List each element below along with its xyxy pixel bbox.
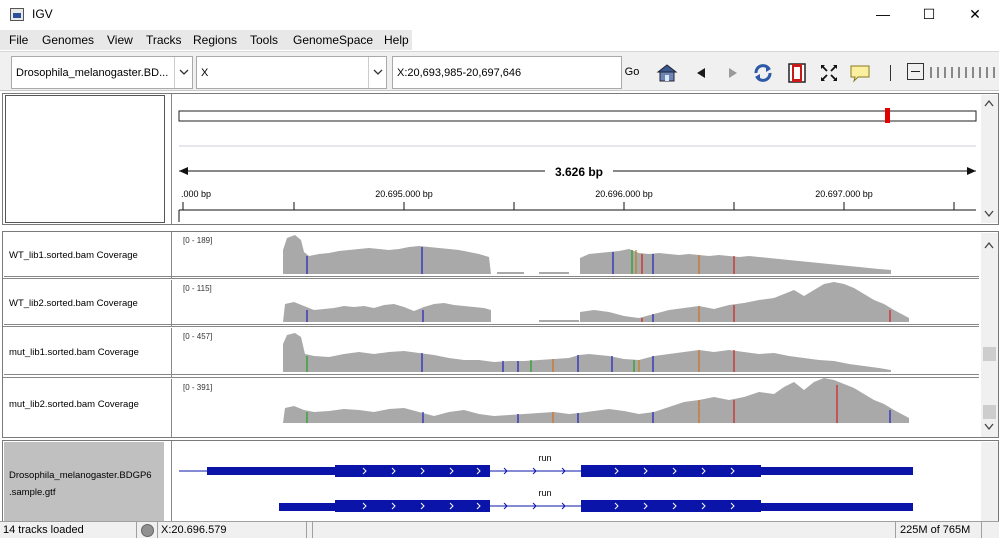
chromosome-value: X: [201, 67, 209, 79]
memory-status: 225M of 765M: [897, 522, 982, 538]
panel-divider: [171, 94, 172, 224]
menu-view[interactable]: View: [107, 33, 133, 47]
coverage-profile-wt-lib2: [283, 282, 909, 322]
menu-tracks[interactable]: Tracks: [146, 33, 182, 47]
popup-info-icon[interactable]: [849, 62, 871, 84]
transcript-1[interactable]: [179, 465, 913, 477]
feature-panel-scrollbar[interactable]: [981, 442, 998, 522]
header-scrollbar[interactable]: [981, 95, 998, 223]
menu-genomes[interactable]: Genomes: [42, 33, 94, 47]
scroll-up-icon[interactable]: [984, 241, 994, 249]
region-of-interest-icon[interactable]: [786, 62, 808, 84]
title-bar: IGV — ☐ ✕: [0, 0, 999, 30]
forward-icon[interactable]: [722, 62, 744, 84]
chevron-down-icon[interactable]: [368, 57, 386, 88]
menu-bar: File Genomes View Tracks Regions Tools G…: [0, 30, 412, 50]
track-name-label[interactable]: mut_lib2.sorted.bam Coverage: [9, 399, 139, 410]
span-right-arrow-icon: [967, 167, 976, 175]
back-icon[interactable]: [690, 62, 712, 84]
memory-indicator-icon: [141, 524, 154, 537]
ruler-view[interactable]: 3.626 bp .000 bp 20.695.000 bp 20.696.00…: [177, 94, 979, 224]
status-bar: 14 tracks loaded X:20.696.579 225M of 76…: [0, 521, 999, 538]
cursor-position-status: X:20.696.579: [157, 522, 307, 538]
track-name-label[interactable]: mut_lib1.sorted.bam Coverage: [9, 347, 139, 358]
header-panel: 3.626 bp .000 bp 20.695.000 bp 20.696.00…: [2, 93, 999, 225]
zoom-out-icon[interactable]: [907, 63, 924, 80]
chromosome-ideogram[interactable]: [178, 110, 977, 122]
chromosome-dropdown[interactable]: X: [196, 56, 387, 89]
feature-track-name-line1[interactable]: Drosophila_melanogaster.BDGP6: [9, 470, 152, 481]
scroll-down-icon[interactable]: [984, 210, 994, 218]
data-panel: WT_lib1.sorted.bam Coverage [0 - 189] WT…: [2, 231, 999, 438]
panel-divider: [171, 441, 172, 522]
gene-label: run: [538, 453, 551, 463]
track-name-label[interactable]: WT_lib1.sorted.bam Coverage: [9, 250, 138, 261]
zoom-slider-icon[interactable]: [930, 65, 996, 79]
scroll-down-icon[interactable]: [984, 423, 994, 431]
message-status: [312, 522, 896, 538]
zoom-divider: [890, 65, 891, 81]
header-name-panel: [5, 95, 165, 223]
scroll-up-icon[interactable]: [984, 99, 994, 107]
tick-label: 20.695.000 bp: [375, 189, 433, 199]
span-label: 3.626 bp: [555, 165, 603, 179]
gene-label: run: [538, 488, 551, 498]
coverage-profile-wt-lib1: [283, 235, 891, 274]
menu-regions[interactable]: Regions: [193, 33, 237, 47]
tick-label: 20.697.000 bp: [815, 189, 873, 199]
locus-input[interactable]: X:20,693,985-20,697,646: [392, 56, 622, 89]
maximize-button[interactable]: ☐: [906, 0, 952, 30]
ruler-ticks: [178, 202, 955, 222]
home-icon[interactable]: [656, 62, 678, 84]
menu-file[interactable]: File: [9, 33, 28, 47]
menu-genomespace[interactable]: GenomeSpace: [293, 33, 373, 47]
feature-track-view[interactable]: run run: [179, 441, 979, 522]
go-button[interactable]: Go: [622, 56, 642, 89]
window-title: IGV: [32, 7, 53, 21]
close-button[interactable]: ✕: [952, 0, 998, 30]
coverage-profile-mut-lib2: [283, 378, 909, 423]
feature-panel: Drosophila_melanogaster.BDGP6 .sample.gt…: [2, 440, 999, 522]
tick-label: .000 bp: [181, 189, 211, 199]
transcript-2[interactable]: [279, 500, 913, 512]
minimize-button[interactable]: —: [860, 0, 906, 30]
data-panel-scrollbar[interactable]: [981, 233, 998, 437]
track-name-label[interactable]: WT_lib2.sorted.bam Coverage: [9, 298, 138, 309]
resize-tracks-icon[interactable]: [818, 62, 840, 84]
span-left-arrow-icon: [179, 167, 188, 175]
coverage-plots[interactable]: [179, 232, 979, 437]
scroll-thumb[interactable]: [983, 347, 996, 361]
genome-dropdown[interactable]: Drosophila_melanogaster.BD...: [11, 56, 193, 89]
genome-value: Drosophila_melanogaster.BD...: [16, 67, 169, 79]
chevron-down-icon[interactable]: [174, 57, 192, 88]
tracks-loaded-status: 14 tracks loaded: [0, 522, 137, 538]
feature-track-name-panel[interactable]: Drosophila_melanogaster.BDGP6 .sample.gt…: [4, 442, 164, 521]
coverage-profile-mut-lib1: [283, 333, 891, 372]
current-region-marker: [885, 108, 890, 123]
feature-track-name-line2[interactable]: .sample.gtf: [9, 487, 55, 498]
menu-tools[interactable]: Tools: [250, 33, 278, 47]
menu-help[interactable]: Help: [384, 33, 409, 47]
toolbar: Drosophila_melanogaster.BD... X X:20,693…: [0, 51, 999, 91]
tick-label: 20.696.000 bp: [595, 189, 653, 199]
igv-app-icon: [10, 8, 24, 21]
refresh-icon[interactable]: [752, 62, 774, 84]
scroll-thumb[interactable]: [983, 405, 996, 419]
